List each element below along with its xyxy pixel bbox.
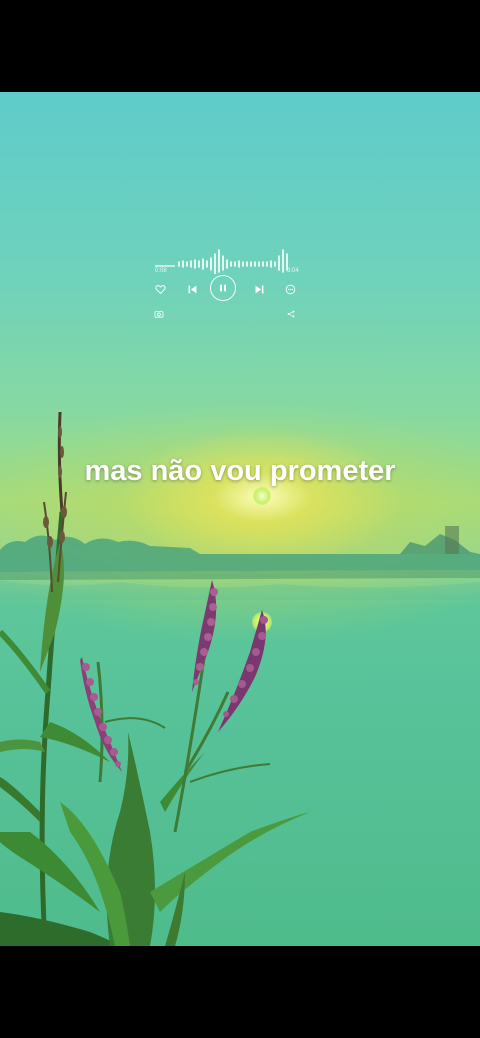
letterbox-top	[0, 0, 480, 92]
video-background[interactable]: 0:08 3:04 mas não vou prometer	[0, 92, 480, 946]
heart-icon[interactable]	[153, 282, 167, 296]
skip-next-icon[interactable]	[252, 282, 266, 296]
letterbox-bottom	[0, 946, 480, 1038]
music-player: 0:08 3:04	[150, 242, 300, 322]
lyric-caption: mas não vou prometer	[84, 455, 396, 487]
pause-icon	[220, 284, 226, 292]
more-circle-icon[interactable]	[283, 282, 297, 296]
time-elapsed: 0:08	[155, 268, 167, 274]
share-icon[interactable]	[286, 309, 296, 319]
camera-icon[interactable]	[153, 309, 165, 319]
time-total: 3:04	[287, 268, 299, 274]
skip-previous-icon[interactable]	[185, 282, 199, 296]
waveform-progress[interactable]	[155, 242, 295, 274]
screen: 0:08 3:04 mas não vou prometer	[0, 0, 480, 1038]
pause-button[interactable]	[210, 275, 236, 301]
